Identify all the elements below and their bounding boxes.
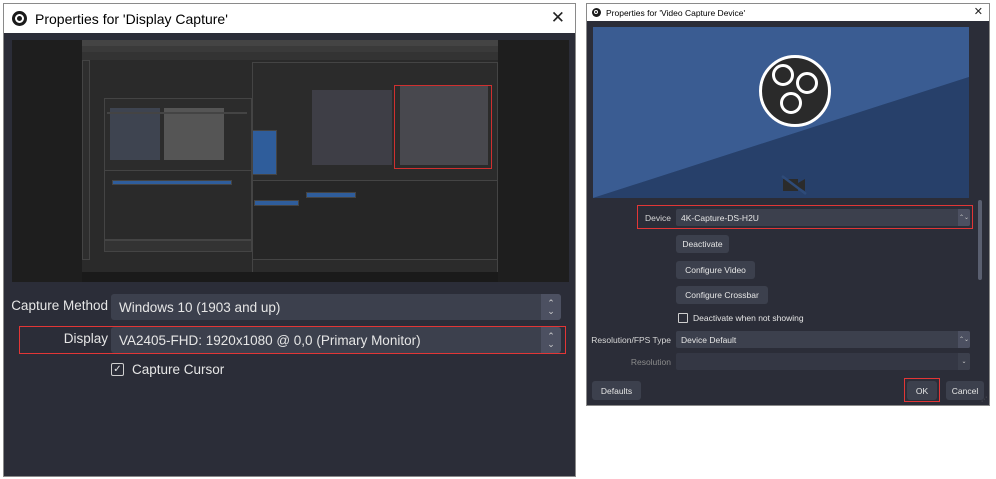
display-label: Display (63, 331, 108, 346)
device-label: Device (645, 213, 671, 223)
deactivate-when-not-showing-checkbox[interactable]: Deactivate when not showing (678, 313, 804, 323)
obs-app-icon (592, 8, 601, 17)
configure-crossbar-button[interactable]: Configure Crossbar (676, 286, 768, 304)
checkmark-icon: ✓ (111, 363, 124, 376)
capture-method-value: Windows 10 (1903 and up) (119, 299, 281, 315)
capture-method-row: Capture Method Windows 10 (1903 and up) … (4, 294, 575, 320)
resolution-label: Resolution (630, 357, 671, 367)
chevron-down-icon: ⌄ (958, 353, 970, 370)
close-icon[interactable]: ✕ (551, 8, 565, 28)
title-bar: Properties for 'Video Capture Device' ✕ (587, 4, 989, 21)
capture-method-label: Capture Method (11, 298, 108, 313)
captured-desktop-image (82, 40, 498, 282)
deactivate-button[interactable]: Deactivate (676, 235, 729, 253)
dialog-title: Properties for 'Display Capture' (35, 10, 228, 27)
camera-off-icon (781, 175, 807, 195)
display-capture-properties-dialog: Properties for 'Display Capture' ✕ Captu… (3, 3, 576, 477)
resize-grip-icon[interactable]: ⋰ (981, 396, 987, 403)
deactivate-when-not-showing-label: Deactivate when not showing (693, 313, 804, 323)
resolution-fps-type-select[interactable]: Device Default ⌃⌄ (676, 331, 970, 348)
close-icon[interactable]: ✕ (974, 5, 983, 18)
device-select[interactable]: 4K-Capture-DS-H2U ⌃⌄ (676, 209, 970, 226)
title-bar: Properties for 'Display Capture' ✕ (4, 4, 575, 33)
cancel-button[interactable]: Cancel (946, 381, 984, 400)
ok-button[interactable]: OK (907, 381, 937, 400)
display-row: Display VA2405-FHD: 1920x1080 @ 0,0 (Pri… (4, 327, 575, 353)
device-value: 4K-Capture-DS-H2U (681, 212, 759, 223)
spin-updown-icon: ⌃⌄ (541, 294, 561, 320)
resolution-fps-type-value: Device Default (681, 334, 737, 345)
captured-taskbar (82, 272, 498, 282)
capture-cursor-label: Capture Cursor (132, 362, 225, 377)
dialog-title: Properties for 'Video Capture Device' (606, 7, 746, 18)
defaults-button[interactable]: Defaults (592, 381, 641, 400)
spin-updown-icon: ⌃⌄ (958, 209, 970, 226)
obs-app-icon (12, 11, 27, 26)
capture-method-select[interactable]: Windows 10 (1903 and up) ⌃ ⌄ (111, 294, 561, 320)
resolution-select[interactable]: ⌄ (676, 353, 970, 370)
display-select[interactable]: VA2405-FHD: 1920x1080 @ 0,0 (Primary Mon… (111, 327, 561, 353)
checkbox-empty-icon (678, 313, 688, 323)
display-capture-preview (12, 40, 569, 282)
configure-video-button[interactable]: Configure Video (676, 261, 755, 279)
capture-cursor-checkbox[interactable]: ✓ Capture Cursor (111, 362, 224, 377)
spin-updown-icon: ⌃⌄ (958, 331, 970, 348)
spin-updown-icon: ⌃⌄ (541, 327, 561, 353)
obs-logo-icon (759, 55, 831, 127)
video-capture-preview (593, 27, 969, 198)
display-value: VA2405-FHD: 1920x1080 @ 0,0 (Primary Mon… (119, 332, 421, 348)
vertical-scrollbar[interactable] (978, 200, 982, 280)
resolution-fps-type-label: Resolution/FPS Type (591, 335, 671, 345)
video-capture-device-properties-dialog: Properties for 'Video Capture Device' ✕ … (586, 3, 990, 406)
